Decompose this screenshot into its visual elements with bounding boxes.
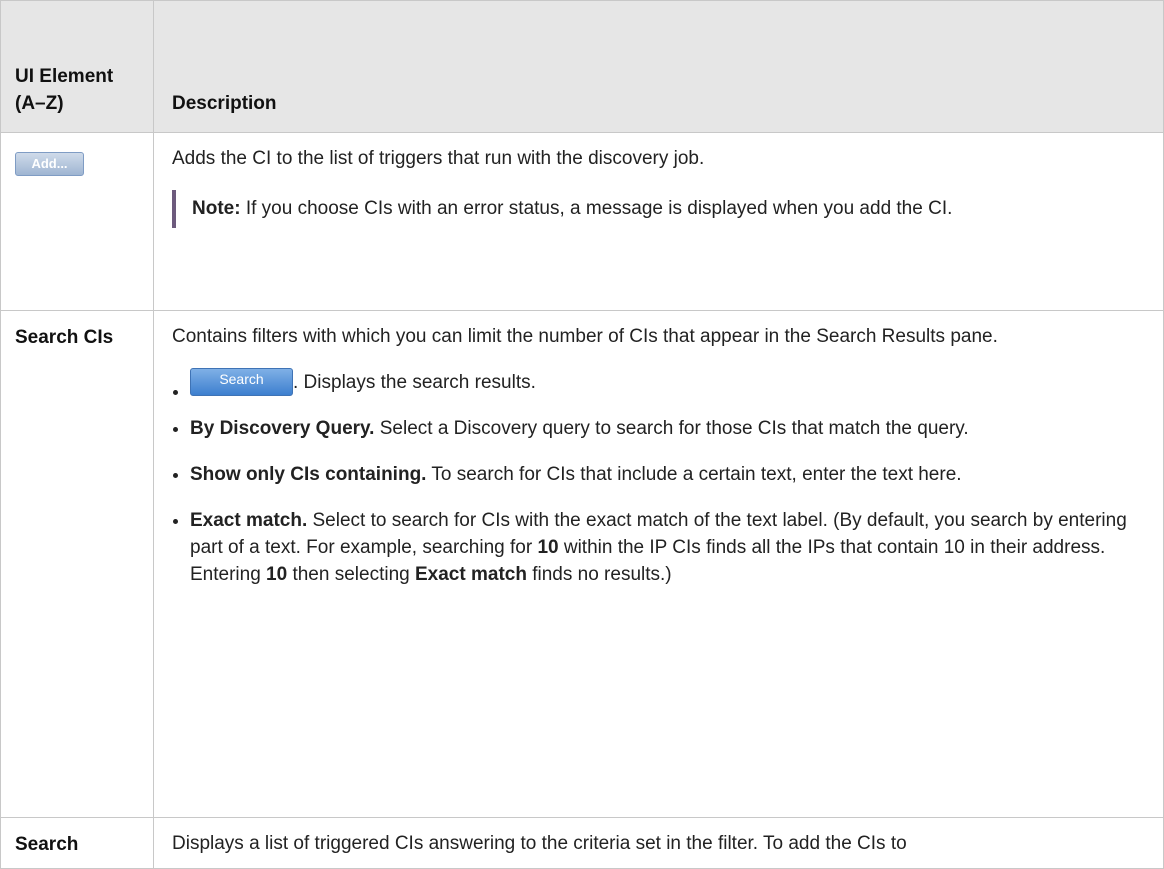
list-item-term: 10 (537, 537, 559, 558)
ui-element-cell: Search (0, 817, 154, 869)
ui-element-table: UI Element (A–Z) Description Add... Adds… (0, 0, 1164, 869)
header-description: Description (153, 0, 1164, 133)
add-button[interactable]: Add... (15, 152, 84, 176)
list-item-text: then selecting (287, 564, 415, 585)
list-item-text: finds no results.) (526, 564, 672, 585)
table-row: Search Displays a list of triggered CIs … (0, 817, 1164, 869)
list-item: Show only CIs containing. To search for … (172, 461, 1149, 488)
list-item-term: Show only CIs containing. (190, 464, 427, 485)
note-block: Note: If you choose CIs with an error st… (172, 190, 1149, 228)
table-header-row: UI Element (A–Z) Description (0, 0, 1164, 133)
table-row: Search CIs Contains filters with which y… (0, 310, 1164, 818)
list-item-text: Select a Discovery query to search for t… (374, 418, 969, 439)
description-cell: Adds the CI to the list of triggers that… (153, 132, 1164, 311)
list-item: Exact match. Select to search for CIs wi… (172, 507, 1149, 588)
list-item-term: Exact match. (190, 510, 308, 531)
list-item: By Discovery Query. Select a Discovery q… (172, 415, 1149, 442)
list-item-term: 10 (266, 564, 288, 585)
list-item-term: Exact match (415, 564, 527, 585)
description-cell: Contains filters with which you can limi… (153, 310, 1164, 818)
list-item-text: To search for CIs that include a certain… (426, 464, 962, 485)
header-ui-element: UI Element (A–Z) (0, 0, 154, 133)
ui-element-cell: Search CIs (0, 310, 154, 818)
list-item: Search. Displays the search results. (172, 368, 1149, 396)
list-item-text: . Displays the search results. (293, 372, 536, 393)
filter-list: Search. Displays the search results. By … (172, 368, 1149, 588)
description-cell: Displays a list of triggered CIs answeri… (153, 817, 1164, 869)
description-text: Adds the CI to the list of triggers that… (172, 148, 705, 169)
description-text: Contains filters with which you can limi… (172, 326, 998, 347)
ui-element-cell: Add... (0, 132, 154, 311)
note-text: If you choose CIs with an error status, … (245, 198, 953, 219)
list-item-term: By Discovery Query. (190, 418, 375, 439)
search-button[interactable]: Search (190, 368, 293, 396)
table-row: Add... Adds the CI to the list of trigge… (0, 132, 1164, 311)
note-label: Note: (192, 198, 241, 219)
